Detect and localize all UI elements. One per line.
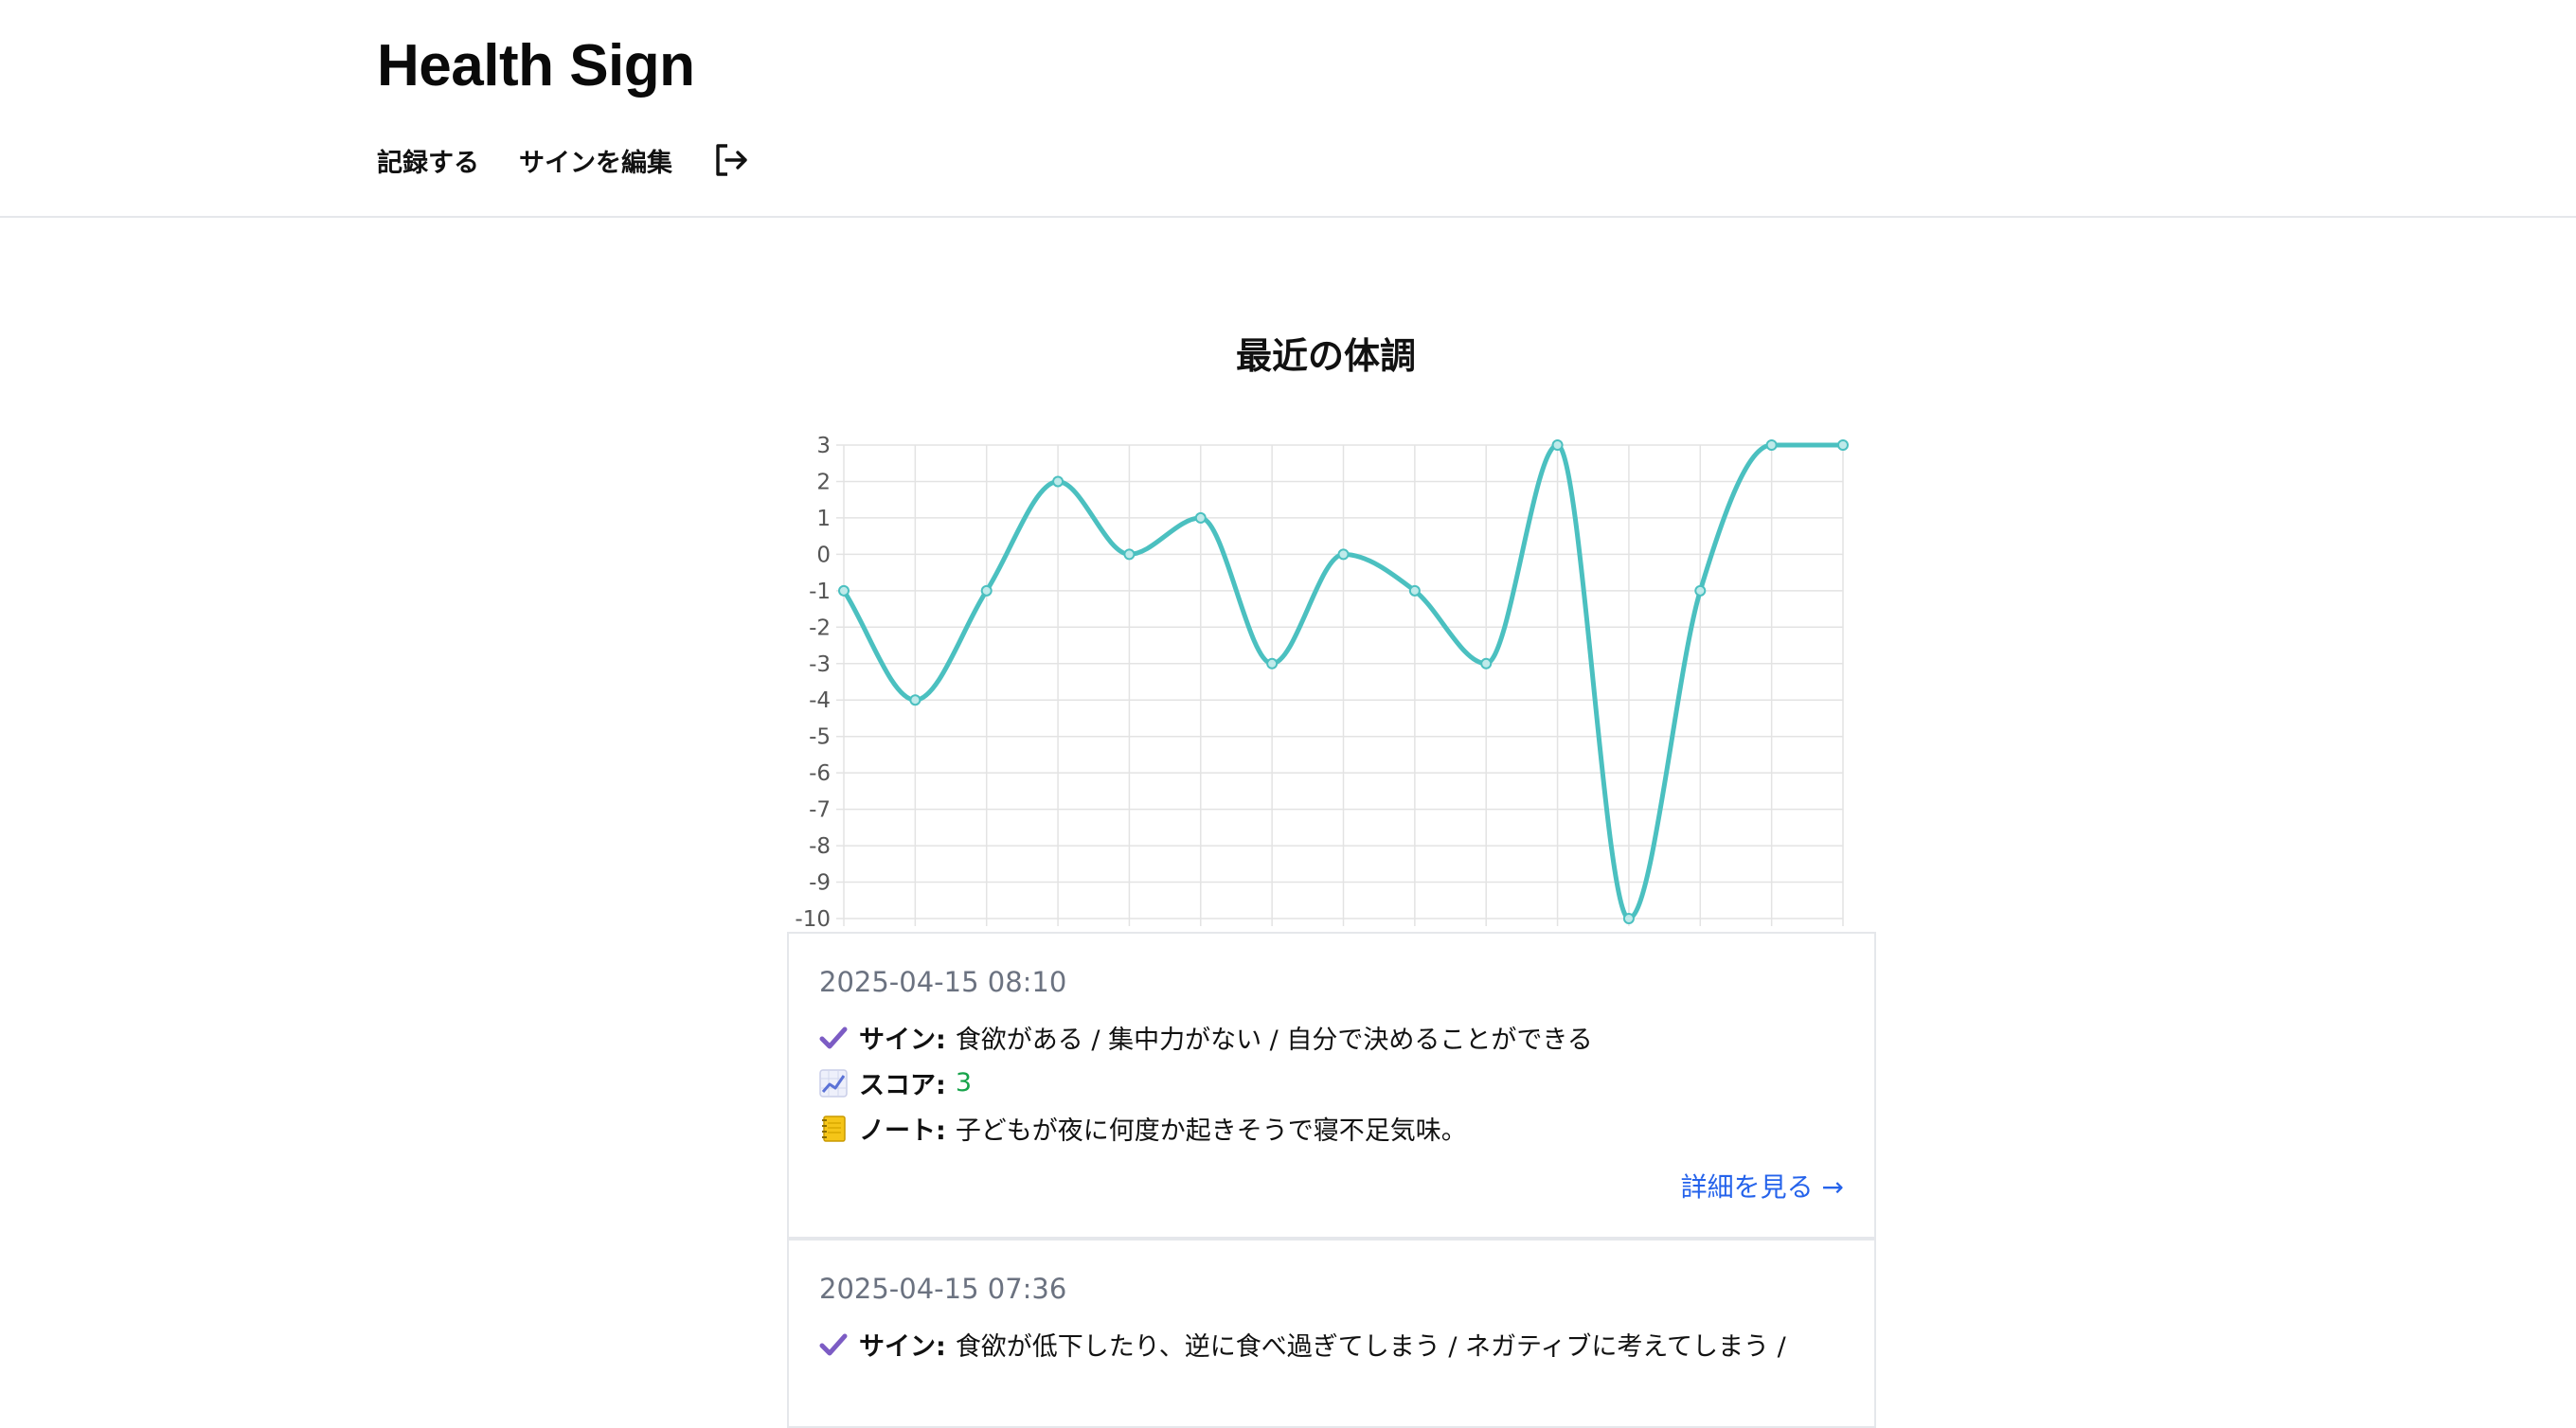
nav-record-link[interactable]: 記録する bbox=[377, 142, 479, 179]
entry-card: 2025-04-15 08:10 サイン: 食欲がある / 集中力がない / 自… bbox=[787, 932, 1876, 1239]
data-point bbox=[838, 584, 850, 597]
data-point bbox=[1266, 657, 1279, 669]
y-tick-label: -9 bbox=[809, 871, 831, 896]
main-nav: 記録する サインを編集 bbox=[377, 140, 750, 180]
entry-signs-row: サイン: 食欲が低下したり、逆に食べ過ぎてしまう / ネガティブに考えてしまう … bbox=[819, 1326, 1786, 1363]
y-tick-label: 3 bbox=[816, 434, 831, 458]
y-tick-label: 2 bbox=[816, 470, 831, 494]
line-chart: 3210-1-2-3-4-5-6-7-8-9-1003/2103/2203/24… bbox=[795, 434, 1849, 932]
data-point bbox=[980, 584, 993, 597]
y-tick-label: -8 bbox=[809, 834, 831, 859]
recent-condition-chart: 最近の体調 3210-1-2-3-4-5-6-7-8-9-1003/2103/2… bbox=[777, 327, 1875, 933]
entry-card: 2025-04-15 07:36 サイン: 食欲が低下したり、逆に食べ過ぎてしま… bbox=[787, 1239, 1876, 1428]
note-value: 子どもが夜に何度か起きそうで寝不足気味。 bbox=[955, 1116, 1467, 1146]
y-tick-label: -1 bbox=[809, 580, 831, 604]
data-point bbox=[1694, 584, 1707, 597]
y-tick-label: -5 bbox=[809, 725, 831, 750]
app-title: Health Sign bbox=[377, 33, 695, 98]
signs-value: 食欲が低下したり、逆に食べ過ぎてしまう / ネガティブに考えてしまう / bbox=[955, 1332, 1786, 1362]
y-tick-label: -4 bbox=[809, 688, 831, 713]
view-details-link[interactable]: 詳細を見る → bbox=[1681, 1167, 1844, 1205]
y-tick-label: 0 bbox=[816, 543, 831, 567]
entry-datetime: 2025-04-15 08:10 bbox=[819, 966, 1067, 998]
entry-signs-row: サイン: 食欲がある / 集中力がない / 自分で決めることができる bbox=[819, 1019, 1593, 1056]
data-point bbox=[1837, 439, 1849, 451]
data-point bbox=[1551, 439, 1564, 451]
y-tick-label: -10 bbox=[795, 907, 831, 932]
data-point bbox=[1194, 511, 1207, 524]
note-label: ノート: bbox=[859, 1116, 946, 1146]
data-point bbox=[1480, 657, 1493, 669]
data-point bbox=[1337, 548, 1350, 561]
nav-edit-signs-link[interactable]: サインを編集 bbox=[519, 142, 672, 179]
entry-score-row: スコア: 3 bbox=[819, 1064, 972, 1101]
y-tick-label: -2 bbox=[809, 616, 831, 640]
y-tick-label: -6 bbox=[809, 761, 831, 786]
entry-note-row: ノート: 子どもが夜に何度か起きそうで寝不足気味。 bbox=[819, 1110, 1467, 1147]
check-icon bbox=[819, 1026, 848, 1048]
data-point bbox=[1408, 584, 1421, 597]
app-header: Health Sign 記録する サインを編集 bbox=[0, 0, 2576, 218]
check-icon bbox=[819, 1333, 848, 1355]
y-tick-label: 1 bbox=[816, 507, 831, 531]
entry-datetime: 2025-04-15 07:36 bbox=[819, 1273, 1067, 1305]
y-tick-label: -3 bbox=[809, 652, 831, 677]
score-label: スコア: bbox=[859, 1071, 946, 1100]
logout-icon[interactable] bbox=[712, 141, 750, 179]
data-point bbox=[1123, 548, 1136, 561]
signs-label: サイン: bbox=[859, 1026, 946, 1055]
data-point bbox=[1765, 439, 1778, 451]
chart-title: 最近の体調 bbox=[1235, 335, 1416, 377]
notebook-icon bbox=[822, 1115, 846, 1142]
data-point bbox=[1052, 475, 1064, 488]
chart-increasing-icon bbox=[819, 1068, 848, 1098]
data-point bbox=[1622, 913, 1635, 924]
signs-label: サイン: bbox=[859, 1332, 946, 1362]
y-tick-label: -7 bbox=[809, 798, 831, 823]
signs-value: 食欲がある / 集中力がない / 自分で決めることができる bbox=[955, 1026, 1593, 1055]
score-value: 3 bbox=[955, 1068, 972, 1098]
data-point bbox=[909, 694, 921, 706]
